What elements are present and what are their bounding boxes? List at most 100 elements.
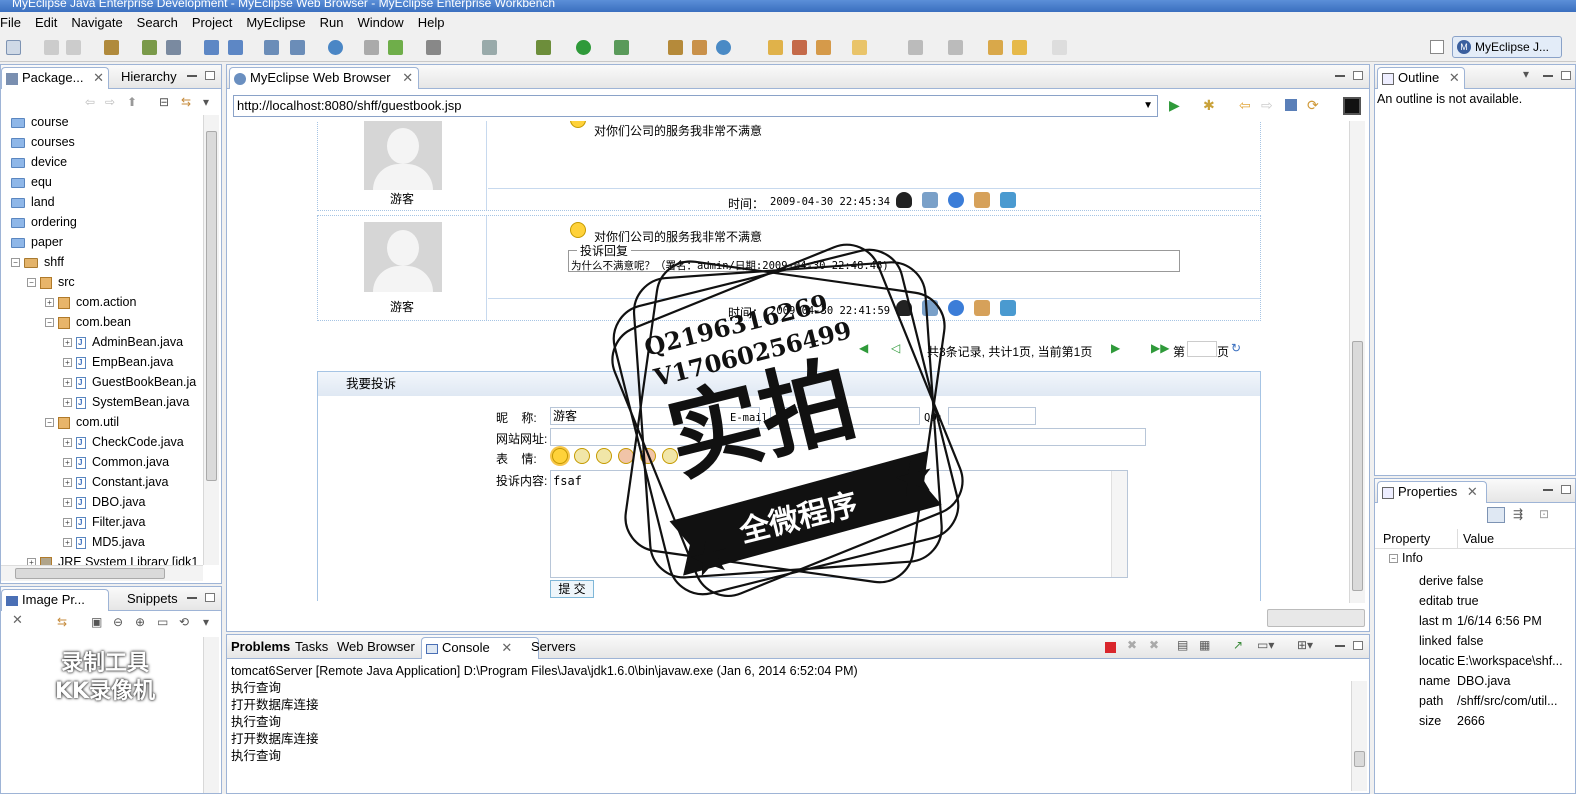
maximize-icon[interactable] [1561,71,1571,80]
property-row[interactable]: path/shff/src/com/util... [1375,691,1567,711]
view-menu-icon[interactable]: ▾ [203,615,209,629]
next-annotation-icon[interactable] [908,40,923,55]
collapse-icon[interactable]: − [1389,554,1398,564]
new-package-icon[interactable] [692,40,707,55]
menu-navigate[interactable]: Navigate [64,15,129,30]
open-perspective-icon[interactable] [1430,40,1444,54]
tree-item[interactable]: device [11,152,67,172]
deploy-icon[interactable] [204,40,219,55]
view-menu-icon[interactable]: ▾ [1523,67,1529,81]
first-page-icon[interactable]: ◀ [859,341,868,355]
prev-page-icon[interactable]: ◁ [891,341,900,355]
qq-input[interactable] [948,407,1036,425]
mood-angry-icon[interactable] [618,448,634,464]
tree-item[interactable]: − com.bean [45,312,131,332]
open-console-icon[interactable]: ⊞▾ [1297,638,1313,652]
tab-properties[interactable]: Properties ✕ [1377,481,1487,503]
minimize-icon[interactable] [187,75,197,77]
submit-button[interactable]: 提 交 [550,580,594,598]
expand-icon[interactable]: + [63,498,72,508]
save-icon[interactable] [44,40,59,55]
zoom-out-icon[interactable]: ⊖ [113,615,123,629]
actual-size-icon[interactable]: ▭ [157,615,168,629]
mood-smile-icon[interactable] [552,448,568,464]
console-black-icon[interactable] [1343,97,1361,115]
expand-icon[interactable]: + [63,378,72,388]
close-icon[interactable]: ✕ [501,640,512,655]
home-icon[interactable] [974,300,990,316]
browser-scrollbar[interactable] [1349,121,1365,603]
tree-item[interactable]: + Common.java [63,452,169,473]
users-icon[interactable] [1000,192,1016,208]
close-icon[interactable]: ✕ [1467,484,1478,499]
new-class-icon[interactable] [668,40,683,55]
tree-hscroll-thumb[interactable] [15,568,165,579]
expand-icon[interactable]: + [63,438,72,448]
new-icon[interactable] [6,40,21,55]
pin-icon[interactable] [792,40,807,55]
rotate-icon[interactable]: ⟲ [179,615,189,629]
tree-scroll-thumb[interactable] [206,131,217,481]
info-group[interactable]: − Info [1389,551,1423,565]
tree-item[interactable]: + EmpBean.java [63,352,173,373]
profile-icon[interactable] [614,40,629,55]
nickname-input[interactable]: 游客 [550,407,760,425]
open-folder-icon[interactable] [768,40,783,55]
qq-icon[interactable] [896,192,912,208]
tab-servers[interactable]: Servers [527,637,580,659]
tree-scrollbar[interactable] [203,115,219,565]
clear-console-icon[interactable]: ▤ [1177,638,1188,652]
maximize-icon[interactable] [1353,71,1363,80]
debug-icon[interactable] [536,40,551,55]
tree-item[interactable]: course [11,112,69,132]
forward-nav-icon[interactable]: ⇨ [105,95,115,109]
server-icon[interactable] [166,40,181,55]
browser-refresh-icon[interactable]: ⟳ [1307,97,1319,114]
collapse-icon[interactable]: − [11,258,20,268]
mood-cry-icon[interactable] [640,448,656,464]
qq-icon[interactable] [896,300,912,316]
tab-web-browser-view[interactable]: Web Browser [333,637,419,659]
mood-shy-icon[interactable] [596,448,612,464]
menu-file[interactable]: File [0,15,28,30]
collapse-icon[interactable]: − [45,418,54,428]
tab-snippets[interactable]: Snippets [123,589,182,611]
url-field[interactable]: http://localhost:8080/shff/guestbook.jsp… [233,95,1158,117]
expand-icon[interactable]: + [63,338,72,348]
camera-icon[interactable] [426,40,441,55]
tree-item[interactable]: + MD5.java [63,532,145,553]
maximize-icon[interactable] [1561,485,1571,494]
page-number-input[interactable] [1187,341,1217,357]
pin-console-icon[interactable]: ↗ [1233,638,1243,652]
package-icon[interactable] [104,40,119,55]
browser-scroll-thumb[interactable] [1352,341,1363,591]
collapse-icon[interactable]: − [45,318,54,328]
scroll-lock-icon[interactable]: ▦ [1199,638,1210,652]
next-page-icon[interactable]: ▶ [1111,341,1120,355]
mood-laugh-icon[interactable] [662,448,678,464]
tab-tasks[interactable]: Tasks [291,637,332,659]
fit-icon[interactable]: ▣ [91,615,102,629]
remove-launch-icon[interactable]: ✖ [1127,638,1137,652]
restore-default-icon[interactable]: ⊡ [1539,507,1549,521]
categories-icon[interactable] [1487,507,1505,523]
tab-outline[interactable]: Outline ✕ [1377,67,1465,89]
expand-icon[interactable]: + [63,358,72,368]
menu-edit[interactable]: Edit [28,15,64,30]
expand-icon[interactable]: + [63,398,72,408]
bookmark-icon[interactable]: ✱ [1203,97,1215,114]
back-nav-icon[interactable]: ⇦ [85,95,95,109]
maximize-icon[interactable] [205,593,215,602]
tree-item[interactable]: + GuestBookBean.ja [63,372,196,393]
tab-image-preview[interactable]: Image Pr... ✕ [1,589,109,627]
browser-forward-icon[interactable]: ⇨ [1261,97,1273,114]
menu-window[interactable]: Window [350,15,410,30]
property-row[interactable]: name DBO.java [1375,671,1567,691]
tree-item[interactable]: paper [11,232,63,252]
bug-icon[interactable] [142,40,157,55]
tab-problems[interactable]: Problems [227,637,294,659]
tab-hierarchy[interactable]: Hierarchy [117,67,181,89]
display-console-icon[interactable]: ▭▾ [1257,638,1274,652]
url-dropdown-icon[interactable]: ▼ [1143,96,1153,116]
up-icon[interactable]: ⬆ [127,95,137,109]
